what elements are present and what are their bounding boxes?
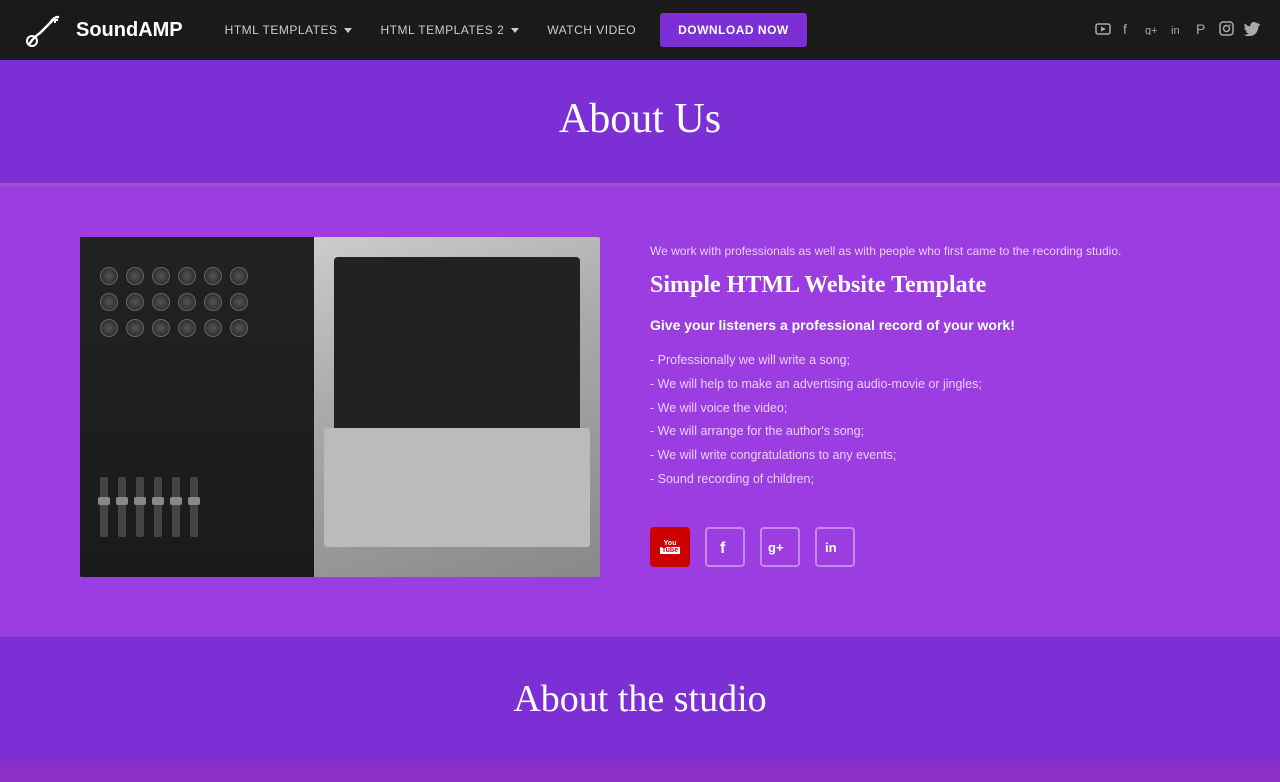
list-item: - We will write congratulations to any e… — [650, 444, 1200, 468]
knob — [204, 267, 222, 285]
knob — [100, 267, 118, 285]
hero-section: About Us — [0, 60, 1280, 183]
laptop-keyboard — [324, 428, 590, 547]
nav-social-icons: f g+ in P — [1095, 21, 1260, 40]
svg-text:in: in — [825, 540, 837, 555]
chevron-down-icon — [344, 28, 352, 33]
logo[interactable]: SoundAMP — [20, 7, 183, 53]
guitar-icon — [20, 7, 66, 53]
twitter-icon[interactable] — [1244, 22, 1260, 39]
laptop-screen — [334, 257, 580, 444]
knob — [178, 267, 196, 285]
content-list: - Professionally we will write a song; -… — [650, 349, 1200, 492]
google-plus-icon[interactable]: g+ — [1145, 22, 1161, 38]
content-title: Simple HTML Website Template — [650, 272, 1200, 299]
page-title: About Us — [20, 95, 1260, 143]
knob — [230, 267, 248, 285]
knob — [126, 319, 144, 337]
knob — [178, 293, 196, 311]
pinterest-icon[interactable]: P — [1195, 21, 1209, 40]
svg-text:f: f — [1123, 21, 1127, 37]
google-plus-social-icon[interactable]: g+ — [760, 527, 800, 567]
svg-text:in: in — [1171, 25, 1180, 36]
knob — [204, 319, 222, 337]
instagram-icon[interactable] — [1219, 21, 1234, 39]
fader — [190, 477, 198, 537]
knob — [178, 319, 196, 337]
knob — [100, 293, 118, 311]
chevron-down-icon — [511, 28, 519, 33]
list-item: - We will arrange for the author's song; — [650, 420, 1200, 444]
nav-watch-video[interactable]: WATCH VIDEO — [535, 15, 648, 45]
fader — [136, 477, 144, 537]
content-text: We work with professionals as well as wi… — [650, 237, 1200, 567]
fader — [172, 477, 180, 537]
youtube-icon[interactable] — [1095, 21, 1111, 40]
logo-text: SoundAMP — [76, 19, 183, 42]
linkedin-icon[interactable]: in — [1171, 22, 1185, 39]
fader — [154, 477, 162, 537]
knob — [126, 293, 144, 311]
knob — [152, 319, 170, 337]
svg-text:P: P — [1196, 21, 1205, 37]
laptop-overlay — [314, 237, 600, 577]
fader — [118, 477, 126, 537]
main-content: We work with professionals as well as wi… — [0, 187, 1280, 637]
navbar: SoundAMP HTML TEMPLATES HTML TEMPLATES 2… — [0, 0, 1280, 60]
content-social-icons: You Tube f g+ in — [650, 527, 1200, 567]
knob — [100, 319, 118, 337]
knob — [230, 319, 248, 337]
nav-html-templates-2[interactable]: HTML TEMPLATES 2 — [368, 15, 531, 45]
svg-text:g+: g+ — [768, 540, 784, 555]
image-inner — [80, 237, 600, 577]
mixer-knobs — [90, 257, 258, 347]
content-subtitle: Give your listeners a professional recor… — [650, 317, 1200, 333]
knob — [204, 293, 222, 311]
footer-title: About the studio — [20, 677, 1260, 721]
knob — [152, 293, 170, 311]
mixer-faders — [90, 467, 208, 547]
download-now-button[interactable]: DOWNLOAD NOW — [660, 13, 807, 47]
nav-links: HTML TEMPLATES HTML TEMPLATES 2 WATCH VI… — [213, 13, 1080, 47]
facebook-icon[interactable]: f — [1121, 21, 1135, 40]
content-tagline: We work with professionals as well as wi… — [650, 242, 1200, 260]
youtube-social-icon[interactable]: You Tube — [650, 527, 690, 567]
svg-text:g+: g+ — [1145, 25, 1158, 35]
list-item: - We will voice the video; — [650, 397, 1200, 421]
list-item: - Professionally we will write a song; — [650, 349, 1200, 373]
facebook-social-icon[interactable]: f — [705, 527, 745, 567]
knob — [152, 267, 170, 285]
nav-html-templates[interactable]: HTML TEMPLATES — [213, 15, 365, 45]
svg-text:f: f — [720, 540, 726, 556]
footer-section: About the studio — [0, 637, 1280, 761]
linkedin-social-icon[interactable]: in — [815, 527, 855, 567]
list-item: - Sound recording of children; — [650, 468, 1200, 492]
list-item: - We will help to make an advertising au… — [650, 373, 1200, 397]
knob — [230, 293, 248, 311]
fader — [100, 477, 108, 537]
knob — [126, 267, 144, 285]
studio-image — [80, 237, 600, 577]
